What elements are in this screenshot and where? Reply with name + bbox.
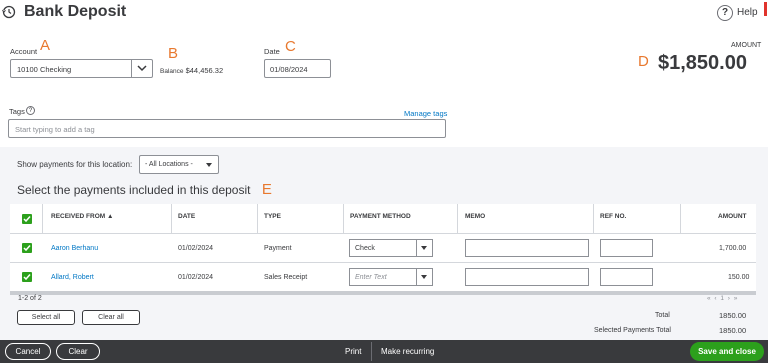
payment-method-placeholder: Enter Text: [355, 274, 387, 281]
balance-value: $44,456.32: [185, 66, 224, 75]
account-label: Account: [10, 47, 38, 56]
horizontal-scrollbar[interactable]: [10, 291, 756, 295]
print-button[interactable]: Print: [345, 347, 361, 356]
payment-method-value: Check: [355, 245, 375, 252]
annotation-c: C: [285, 38, 296, 55]
annotation-a: A: [40, 37, 51, 54]
account-select[interactable]: 10100 Checking: [10, 59, 153, 78]
memo-input[interactable]: [465, 239, 589, 257]
checkmark-icon: [23, 216, 31, 223]
location-select-value: - All Locations -: [145, 161, 193, 168]
column-divider: [42, 204, 43, 233]
checkmark-icon: [23, 274, 31, 281]
pagination-controls[interactable]: « ‹ 1 › »: [707, 295, 738, 302]
amount-label: AMOUNT: [731, 42, 762, 49]
date-field-value: 01/08/2024: [270, 65, 308, 74]
help-icon[interactable]: ?: [717, 5, 733, 21]
column-header-type[interactable]: TYPE: [264, 213, 281, 220]
column-divider: [257, 204, 258, 233]
help-link[interactable]: Help: [737, 7, 758, 18]
column-divider: [457, 204, 458, 233]
memo-input[interactable]: [465, 268, 589, 286]
tags-label: Tags: [9, 107, 25, 116]
selected-total-value: 1850.00: [719, 326, 747, 335]
payment-method-select[interactable]: Enter Text: [349, 268, 433, 286]
payment-method-select[interactable]: Check: [349, 239, 433, 257]
table-header-divider: [10, 233, 756, 234]
row-date: 01/02/2024: [178, 245, 214, 252]
row-checkbox[interactable]: [22, 243, 32, 253]
annotation-e: E: [261, 181, 272, 198]
row-type: Payment: [264, 245, 292, 252]
balance-label: Balance: [160, 68, 184, 75]
chevron-down-icon[interactable]: [131, 60, 152, 77]
received-from-link[interactable]: Allard, Robert: [51, 274, 94, 281]
ref-no-input[interactable]: [600, 239, 653, 257]
column-header-date[interactable]: DATE: [178, 213, 195, 220]
row-date: 01/02/2024: [178, 274, 214, 281]
column-header-memo[interactable]: MEMO: [465, 213, 485, 220]
date-label: Date: [264, 47, 280, 56]
tags-placeholder: Start typing to add a tag: [15, 125, 95, 134]
column-header-payment-method[interactable]: PAYMENT METHOD: [350, 213, 411, 220]
ref-no-input[interactable]: [600, 268, 653, 286]
row-amount: 1,700.00: [719, 245, 747, 252]
cancel-button[interactable]: Cancel: [5, 343, 51, 360]
close-mark[interactable]: [764, 2, 767, 16]
footer-divider: [371, 342, 372, 361]
annotation-d: D: [638, 53, 649, 70]
section-title: Select the payments included in this dep…: [17, 181, 272, 198]
clear-button[interactable]: Clear: [56, 343, 100, 360]
caret-down-icon[interactable]: [416, 240, 432, 256]
column-divider: [680, 204, 681, 233]
selected-total-label: Selected Payments Total: [594, 327, 671, 334]
info-icon[interactable]: ?: [26, 106, 35, 115]
pagination-count: 1-2 of 2: [18, 295, 42, 302]
row-checkbox[interactable]: [22, 272, 32, 282]
caret-down-icon[interactable]: [416, 269, 432, 285]
row-amount: 150.00: [728, 274, 750, 281]
received-from-link[interactable]: Aaron Berhanu: [51, 245, 98, 252]
total-value: 1850.00: [719, 311, 747, 320]
table-row-divider: [10, 262, 756, 263]
annotation-b: B: [168, 45, 179, 62]
column-header-ref-no[interactable]: REF NO.: [600, 213, 626, 220]
row-type: Sales Receipt: [264, 274, 308, 281]
tags-input[interactable]: Start typing to add a tag: [8, 119, 446, 138]
amount-value: $1,850.00: [658, 52, 747, 74]
column-divider: [343, 204, 344, 233]
total-label: Total: [655, 312, 670, 319]
history-icon[interactable]: [2, 5, 16, 19]
select-all-button[interactable]: Select all: [17, 310, 75, 325]
select-all-checkbox[interactable]: [22, 214, 32, 224]
column-header-amount[interactable]: AMOUNT: [718, 213, 747, 220]
column-divider: [171, 204, 172, 233]
caret-down-icon: [206, 163, 212, 167]
account-select-value: 10100 Checking: [17, 65, 72, 74]
clear-all-button[interactable]: Clear all: [82, 310, 140, 325]
make-recurring-button[interactable]: Make recurring: [381, 347, 434, 356]
column-header-received-from[interactable]: RECEIVED FROM ▲: [51, 213, 113, 220]
page-title: Bank Deposit: [24, 3, 127, 20]
account-balance: Balance $44,456.32: [160, 66, 223, 75]
section-title-text: Select the payments included in this dep…: [17, 183, 251, 197]
column-divider: [593, 204, 594, 233]
manage-tags-link[interactable]: Manage tags: [404, 109, 447, 118]
save-and-close-button[interactable]: Save and close: [690, 342, 764, 361]
date-field[interactable]: 01/08/2024: [264, 59, 331, 78]
location-select[interactable]: - All Locations -: [139, 155, 219, 174]
location-filter-label: Show payments for this location:: [17, 160, 133, 169]
checkmark-icon: [23, 245, 31, 252]
